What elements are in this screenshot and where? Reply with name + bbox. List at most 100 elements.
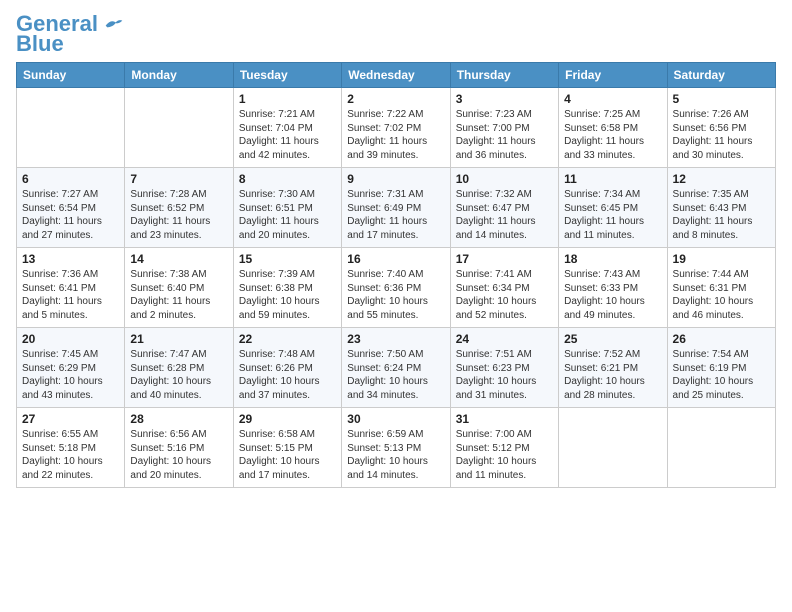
day-number: 20 [22,332,119,346]
day-cell: 26 Sunrise: 7:54 AM Sunset: 6:19 PM Dayli… [667,328,775,408]
day-number: 6 [22,172,119,186]
day-number: 30 [347,412,444,426]
day-info: Sunrise: 7:40 AM Sunset: 6:36 PM Dayligh… [347,268,444,322]
day-number: 23 [347,332,444,346]
day-cell: 6 Sunrise: 7:27 AM Sunset: 6:54 PM Daylig… [17,168,125,248]
day-info: Sunrise: 7:27 AM Sunset: 6:54 PM Dayligh… [22,188,119,242]
logo-blue: Blue [16,32,64,56]
logo: General Blue [16,12,124,56]
day-number: 31 [456,412,553,426]
day-number: 18 [564,252,661,266]
day-number: 3 [456,92,553,106]
day-cell [559,408,667,488]
week-row-5: 27 Sunrise: 6:55 AM Sunset: 5:18 PM Dayli… [17,408,776,488]
day-info: Sunrise: 7:45 AM Sunset: 6:29 PM Dayligh… [22,348,119,402]
day-cell: 17 Sunrise: 7:41 AM Sunset: 6:34 PM Dayli… [450,248,558,328]
day-info: Sunrise: 7:41 AM Sunset: 6:34 PM Dayligh… [456,268,553,322]
day-number: 10 [456,172,553,186]
day-number: 7 [130,172,227,186]
logo-bird-icon [104,17,124,31]
day-cell: 31 Sunrise: 7:00 AM Sunset: 5:12 PM Dayli… [450,408,558,488]
day-cell: 7 Sunrise: 7:28 AM Sunset: 6:52 PM Daylig… [125,168,233,248]
day-number: 4 [564,92,661,106]
day-cell: 28Sunrise: 6:56 AM Sunset: 5:16 PM Dayli… [125,408,233,488]
day-cell: 4 Sunrise: 7:25 AM Sunset: 6:58 PM Daylig… [559,88,667,168]
day-number: 29 [239,412,336,426]
day-number: 13 [22,252,119,266]
week-row-2: 6 Sunrise: 7:27 AM Sunset: 6:54 PM Daylig… [17,168,776,248]
day-cell: 19 Sunrise: 7:44 AM Sunset: 6:31 PM Dayli… [667,248,775,328]
week-row-4: 20 Sunrise: 7:45 AM Sunset: 6:29 PM Dayli… [17,328,776,408]
day-cell: 13 Sunrise: 7:36 AM Sunset: 6:41 PM Dayli… [17,248,125,328]
day-info: Sunrise: 7:26 AM Sunset: 6:56 PM Dayligh… [673,108,770,162]
col-header-monday: Monday [125,63,233,88]
day-info: Sunrise: 6:59 AM Sunset: 5:13 PM Dayligh… [347,428,444,482]
day-info: Sunrise: 7:30 AM Sunset: 6:51 PM Dayligh… [239,188,336,242]
day-info: Sunrise: 7:47 AM Sunset: 6:28 PM Dayligh… [130,348,227,402]
day-info: Sunrise: 7:48 AM Sunset: 6:26 PM Dayligh… [239,348,336,402]
day-cell: 16 Sunrise: 7:40 AM Sunset: 6:36 PM Dayli… [342,248,450,328]
day-info: Sunrise: 7:00 AM Sunset: 5:12 PM Dayligh… [456,428,553,482]
day-info: Sunrise: 7:28 AM Sunset: 6:52 PM Dayligh… [130,188,227,242]
day-cell [667,408,775,488]
day-info: Sunrise: 7:52 AM Sunset: 6:21 PM Dayligh… [564,348,661,402]
page: General Blue SundayMondayTuesdayWednesda… [0,0,792,498]
col-header-tuesday: Tuesday [233,63,341,88]
day-cell [17,88,125,168]
day-cell: 3 Sunrise: 7:23 AM Sunset: 7:00 PM Daylig… [450,88,558,168]
day-number: 14 [130,252,227,266]
day-cell: 1 Sunrise: 7:21 AM Sunset: 7:04 PM Daylig… [233,88,341,168]
col-header-thursday: Thursday [450,63,558,88]
col-header-wednesday: Wednesday [342,63,450,88]
day-info: Sunrise: 7:54 AM Sunset: 6:19 PM Dayligh… [673,348,770,402]
day-number: 11 [564,172,661,186]
day-number: 17 [456,252,553,266]
day-cell: 21 Sunrise: 7:47 AM Sunset: 6:28 PM Dayli… [125,328,233,408]
day-cell: 30 Sunrise: 6:59 AM Sunset: 5:13 PM Dayli… [342,408,450,488]
day-cell: 22Sunrise: 7:48 AM Sunset: 6:26 PM Dayli… [233,328,341,408]
day-info: Sunrise: 6:55 AM Sunset: 5:18 PM Dayligh… [22,428,119,482]
day-info: Sunrise: 7:36 AM Sunset: 6:41 PM Dayligh… [22,268,119,322]
day-cell: 12Sunrise: 7:35 AM Sunset: 6:43 PM Dayli… [667,168,775,248]
day-info: Sunrise: 7:21 AM Sunset: 7:04 PM Dayligh… [239,108,336,162]
day-number: 21 [130,332,227,346]
day-cell [125,88,233,168]
week-row-1: 1 Sunrise: 7:21 AM Sunset: 7:04 PM Daylig… [17,88,776,168]
day-number: 27 [22,412,119,426]
day-info: Sunrise: 7:43 AM Sunset: 6:33 PM Dayligh… [564,268,661,322]
day-number: 25 [564,332,661,346]
col-header-saturday: Saturday [667,63,775,88]
day-cell: 27 Sunrise: 6:55 AM Sunset: 5:18 PM Dayli… [17,408,125,488]
day-cell: 2 Sunrise: 7:22 AM Sunset: 7:02 PM Daylig… [342,88,450,168]
day-cell: 5 Sunrise: 7:26 AM Sunset: 6:56 PM Daylig… [667,88,775,168]
day-number: 9 [347,172,444,186]
day-number: 1 [239,92,336,106]
day-info: Sunrise: 7:34 AM Sunset: 6:45 PM Dayligh… [564,188,661,242]
day-info: Sunrise: 7:22 AM Sunset: 7:02 PM Dayligh… [347,108,444,162]
day-number: 2 [347,92,444,106]
day-info: Sunrise: 7:44 AM Sunset: 6:31 PM Dayligh… [673,268,770,322]
header: General Blue [16,12,776,56]
day-info: Sunrise: 7:23 AM Sunset: 7:00 PM Dayligh… [456,108,553,162]
col-header-friday: Friday [559,63,667,88]
day-cell: 14Sunrise: 7:38 AM Sunset: 6:40 PM Dayli… [125,248,233,328]
day-number: 5 [673,92,770,106]
day-info: Sunrise: 7:35 AM Sunset: 6:43 PM Dayligh… [673,188,770,242]
day-cell: 11 Sunrise: 7:34 AM Sunset: 6:45 PM Dayli… [559,168,667,248]
day-info: Sunrise: 7:31 AM Sunset: 6:49 PM Dayligh… [347,188,444,242]
col-header-sunday: Sunday [17,63,125,88]
day-cell: 23Sunrise: 7:50 AM Sunset: 6:24 PM Dayli… [342,328,450,408]
day-cell: 9 Sunrise: 7:31 AM Sunset: 6:49 PM Daylig… [342,168,450,248]
day-info: Sunrise: 6:58 AM Sunset: 5:15 PM Dayligh… [239,428,336,482]
day-cell: 10Sunrise: 7:32 AM Sunset: 6:47 PM Dayli… [450,168,558,248]
day-info: Sunrise: 7:25 AM Sunset: 6:58 PM Dayligh… [564,108,661,162]
day-cell: 18 Sunrise: 7:43 AM Sunset: 6:33 PM Dayli… [559,248,667,328]
day-cell: 8Sunrise: 7:30 AM Sunset: 6:51 PM Daylig… [233,168,341,248]
calendar-header-row: SundayMondayTuesdayWednesdayThursdayFrid… [17,63,776,88]
day-cell: 25 Sunrise: 7:52 AM Sunset: 6:21 PM Dayli… [559,328,667,408]
day-number: 28 [130,412,227,426]
day-number: 16 [347,252,444,266]
day-number: 19 [673,252,770,266]
day-cell: 20 Sunrise: 7:45 AM Sunset: 6:29 PM Dayli… [17,328,125,408]
day-number: 26 [673,332,770,346]
